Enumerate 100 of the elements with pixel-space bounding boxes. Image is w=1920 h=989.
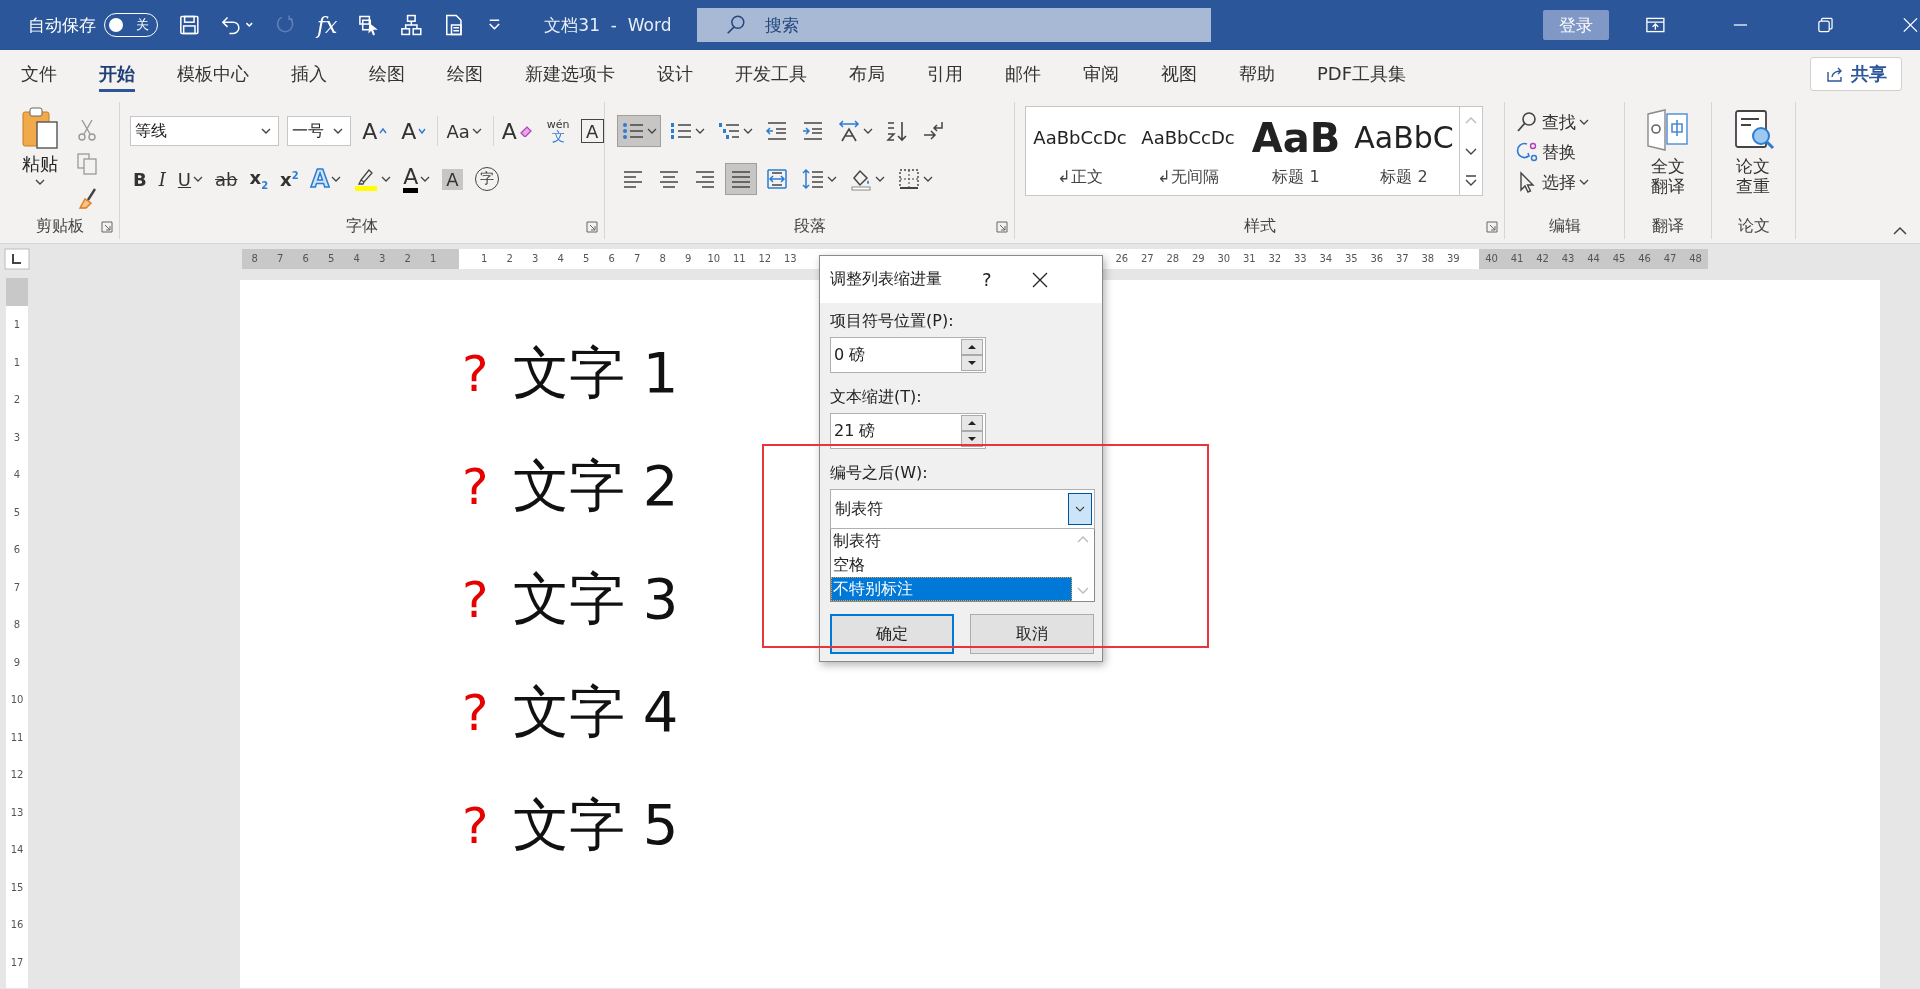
format-painter-icon[interactable] <box>76 186 98 210</box>
ruler-number: 10 <box>10 693 24 707</box>
pointer-icon[interactable] <box>357 13 381 37</box>
dropdown-option[interactable]: 不特别标注 <box>831 577 1072 601</box>
ruler-number: 42 <box>1535 252 1550 266</box>
caret-icon <box>743 127 753 135</box>
bullets-button[interactable] <box>617 115 661 147</box>
dropdown-option[interactable]: 空格 <box>831 553 1072 577</box>
list-bullet: ? <box>462 570 490 629</box>
ruler-number: 3 <box>531 252 540 266</box>
ribbon-tab[interactable]: 绘图 <box>426 50 504 98</box>
font-name-field[interactable]: 等线 <box>130 116 280 146</box>
paste-button[interactable]: 粘贴 <box>14 106 66 213</box>
restore-icon[interactable] <box>1816 15 1836 35</box>
ruler-number: 41 <box>1509 252 1525 266</box>
save-icon[interactable] <box>177 13 201 37</box>
ruler-number: 4 <box>352 252 361 266</box>
caret-down-icon <box>418 127 427 135</box>
share-button[interactable]: 共享 <box>1810 57 1902 91</box>
plagiarism-check-button[interactable]: 论文查重 <box>1731 108 1776 213</box>
character-border-button[interactable]: A <box>580 119 604 143</box>
font-size-field[interactable]: 一号 <box>287 116 352 146</box>
ribbon-tab[interactable]: 视图 <box>1140 50 1218 98</box>
ribbon-tab[interactable]: PDF工具集 <box>1296 50 1428 98</box>
ruler-number: 3 <box>13 430 21 445</box>
dialog-launcher-icon[interactable] <box>101 221 113 233</box>
ribbon-tab[interactable]: 模板中心 <box>156 50 270 98</box>
translate-button[interactable]: 全文翻译 <box>1645 108 1691 213</box>
ruler-number: 9 <box>684 252 693 266</box>
style-preview[interactable]: AaBbC <box>1354 114 1454 161</box>
strike-button[interactable]: ab <box>212 164 241 194</box>
ruler-number: 43 <box>1560 252 1576 266</box>
style-name: 标题 2 <box>1380 166 1428 188</box>
spin-up-icon[interactable] <box>961 339 983 355</box>
ruler-number: 47 <box>1662 252 1678 266</box>
justify-button[interactable] <box>725 163 757 195</box>
ruler-number: 17 <box>10 955 24 970</box>
help-button[interactable]: ? <box>982 269 992 290</box>
underline-button[interactable]: U <box>174 164 207 194</box>
dialog-launcher-icon[interactable] <box>586 221 598 233</box>
tab-selector-icon[interactable] <box>4 248 30 270</box>
subscript-button[interactable]: x$_{2}$ <box>246 164 272 194</box>
ribbon-tab[interactable]: 邮件 <box>984 50 1062 98</box>
select-button[interactable]: 选择 <box>1515 168 1624 196</box>
spin-up-icon[interactable] <box>961 415 983 431</box>
style-preview[interactable]: AaBbCcDc <box>1141 114 1235 161</box>
org-chart-icon[interactable] <box>400 13 423 37</box>
cancel-button[interactable]: 取消 <box>970 614 1094 654</box>
dropdown-field[interactable]: 制表符 <box>830 489 1095 529</box>
caret-icon <box>260 127 273 135</box>
ribbon-tab[interactable]: 引用 <box>906 50 984 98</box>
ribbon-tab[interactable]: 审阅 <box>1062 50 1140 98</box>
superscript-button[interactable]: x$^{2}$ <box>277 164 302 194</box>
ribbon-tab[interactable]: 文件 <box>0 50 78 98</box>
grow-font-button[interactable]: A <box>359 116 391 146</box>
collapse-ribbon-icon[interactable] <box>1892 225 1908 237</box>
list-item-text: 文字 3 <box>513 564 679 633</box>
color-button[interactable]: A <box>400 164 434 194</box>
caret-icon <box>647 127 657 135</box>
style-preview[interactable]: AaB <box>1251 114 1341 161</box>
caret-icon <box>193 175 204 183</box>
dialog-launcher-icon[interactable] <box>996 221 1008 233</box>
caret-icon <box>332 127 345 135</box>
ribbon-tab[interactable]: 开发工具 <box>714 50 828 98</box>
caret-icon <box>875 175 885 183</box>
ribbon-tab[interactable]: 绘图 <box>348 50 426 98</box>
search-field[interactable]: 搜索 <box>697 8 1212 42</box>
ribbon-tab[interactable]: 设计 <box>636 50 714 98</box>
list-item-text: 文字 5 <box>513 790 679 859</box>
find-button[interactable]: 查找 <box>1515 108 1624 136</box>
shrink-font-button[interactable]: A <box>398 116 430 146</box>
ruler-number: 9 <box>13 655 21 670</box>
ruler-number: 8 <box>250 252 259 266</box>
ribbon-display-icon[interactable] <box>1644 15 1666 35</box>
ribbon-tab[interactable]: 新建选项卡 <box>504 50 636 98</box>
phonetic-guide-button[interactable]: wén 文 <box>543 116 573 146</box>
spin-field[interactable]: 21 磅 <box>830 413 986 449</box>
ruler-number: 27 <box>1139 252 1155 266</box>
dialog-launcher-icon[interactable] <box>1486 221 1498 233</box>
dropdown-option[interactable]: 制表符 <box>831 529 1072 553</box>
replace-button[interactable]: 替换 <box>1515 138 1624 166</box>
ruler-number: 36 <box>1369 252 1385 266</box>
change-case-button[interactable]: Aa <box>437 116 485 146</box>
italic-button[interactable]: I <box>155 164 169 194</box>
bold-button[interactable]: B <box>130 164 150 194</box>
style-preview[interactable]: AaBbCcDc <box>1033 114 1127 161</box>
ribbon-tab[interactable]: 布局 <box>828 50 906 98</box>
formula-button[interactable]: fx <box>316 12 338 38</box>
clear-format-button[interactable]: A <box>492 116 536 146</box>
spin-field[interactable]: 0 磅 <box>830 337 986 373</box>
scissors-icon[interactable] <box>76 118 98 142</box>
ribbon-tab[interactable]: 开始 <box>78 50 156 98</box>
spin-down-icon[interactable] <box>961 355 983 371</box>
list-item-text: 文字 4 <box>513 677 679 746</box>
ribbon-tab[interactable]: 帮助 <box>1218 50 1296 98</box>
dialog-title: 调整列表缩进量 <box>830 269 942 290</box>
ribbon-tab[interactable]: 插入 <box>270 50 348 98</box>
list-bullet: ? <box>462 457 490 516</box>
replace-icon <box>1515 140 1539 164</box>
ok-button[interactable]: 确定 <box>830 614 954 654</box>
